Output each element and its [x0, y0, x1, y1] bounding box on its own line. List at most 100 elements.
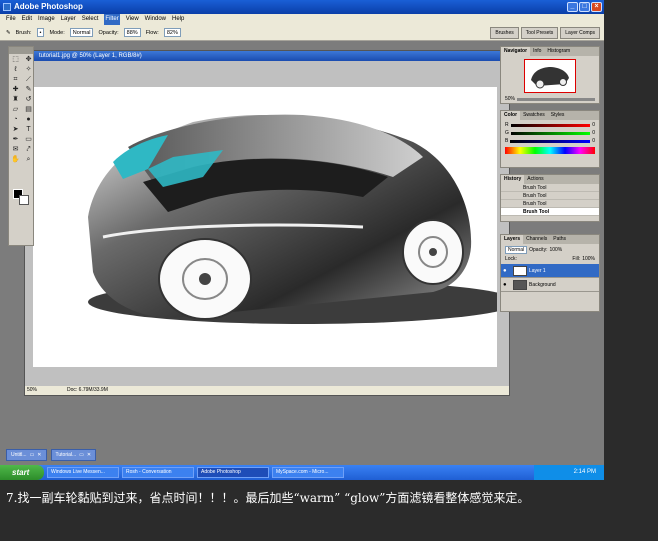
- minimize-button[interactable]: _: [567, 2, 578, 12]
- history-item[interactable]: Brush Tool: [501, 200, 599, 208]
- blur-tool-icon[interactable]: ◔: [10, 115, 21, 124]
- close-icon[interactable]: ✕: [37, 450, 41, 460]
- close-icon[interactable]: ✕: [87, 450, 91, 460]
- notes-tool-icon[interactable]: ✉: [10, 145, 21, 154]
- history-item[interactable]: Brush Tool: [501, 192, 599, 200]
- history-item-current[interactable]: Brush Tool: [501, 208, 599, 216]
- blue-slider[interactable]: [510, 139, 591, 143]
- green-slider[interactable]: [510, 131, 591, 135]
- task-messenger[interactable]: Windows Live Messen...: [47, 467, 119, 478]
- zoom-tool-icon[interactable]: ⌕: [23, 155, 34, 164]
- system-tray: 2:14 PM: [534, 465, 604, 480]
- shape-tool-icon[interactable]: ▭: [23, 135, 34, 144]
- color-spectrum[interactable]: [505, 147, 595, 154]
- fill-field[interactable]: 100%: [582, 256, 595, 262]
- layer-name: Background: [529, 282, 556, 288]
- tab-navigator[interactable]: Navigator: [501, 47, 531, 56]
- zoom-readout[interactable]: 50%: [27, 386, 37, 395]
- type-tool-icon[interactable]: T: [23, 125, 34, 134]
- eyedropper-icon[interactable]: ⤤: [23, 145, 34, 154]
- red-value[interactable]: 0: [592, 122, 595, 128]
- blue-value[interactable]: 0: [592, 138, 595, 144]
- menu-help[interactable]: Help: [172, 14, 184, 25]
- path-select-icon[interactable]: ➤: [10, 125, 21, 134]
- menu-filter[interactable]: Filter: [104, 14, 120, 25]
- document-title[interactable]: tutorial1.jpg @ 50% (Layer 1, RGB/8#): [25, 51, 509, 61]
- navigator-panel: Navigator Info Histogram 50%: [500, 46, 600, 104]
- tool-presets-tab[interactable]: Tool Presets: [520, 27, 559, 39]
- marquee-tool-icon[interactable]: ⬚: [10, 55, 21, 64]
- green-value[interactable]: 0: [592, 130, 595, 136]
- history-brush-icon[interactable]: ↺: [23, 95, 34, 104]
- gradient-icon[interactable]: ▤: [23, 105, 34, 114]
- windows-taskbar: start Windows Live Messen... Rosh - Conv…: [0, 465, 604, 480]
- history-item[interactable]: Brush Tool: [501, 184, 599, 192]
- tab-actions[interactable]: Actions: [524, 175, 546, 184]
- hand-tool-icon[interactable]: ✋: [10, 155, 21, 164]
- eraser-icon[interactable]: ▱: [10, 105, 21, 114]
- navigator-zoom-slider[interactable]: [517, 97, 595, 101]
- slice-tool-icon[interactable]: ⟋: [23, 75, 34, 84]
- maximize-button[interactable]: □: [579, 2, 590, 12]
- eye-icon[interactable]: ●: [503, 278, 507, 292]
- brush-tool-icon[interactable]: ✎: [23, 85, 34, 94]
- task-myspace[interactable]: MySpace.com - Micro...: [272, 467, 344, 478]
- menu-layer[interactable]: Layer: [61, 14, 76, 25]
- clock[interactable]: 2:14 PM: [574, 469, 596, 475]
- restore-icon[interactable]: ▭: [79, 450, 84, 460]
- tab-histogram[interactable]: Histogram: [544, 47, 573, 56]
- restore-icon[interactable]: ▭: [30, 450, 35, 460]
- color-panel: Color Swatches Styles R 0 G 0 B 0: [500, 110, 600, 168]
- tab-channels[interactable]: Channels: [523, 235, 550, 244]
- layer-row-layer1[interactable]: ● Layer 1: [501, 264, 599, 278]
- clone-stamp-icon[interactable]: ♜: [10, 95, 21, 104]
- doc-size[interactable]: Doc: 6.79M/33.9M: [67, 386, 108, 395]
- menu-view[interactable]: View: [126, 14, 139, 25]
- red-slider[interactable]: [510, 123, 591, 127]
- tab-info[interactable]: Info: [530, 47, 544, 56]
- eye-icon[interactable]: ●: [503, 264, 507, 278]
- tab-swatches[interactable]: Swatches: [520, 111, 548, 120]
- toolbox-header[interactable]: [9, 47, 33, 54]
- start-button[interactable]: start: [0, 465, 44, 480]
- layer-comps-tab[interactable]: Layer Comps: [560, 27, 600, 39]
- tab-history[interactable]: History: [501, 175, 525, 184]
- navigator-zoom[interactable]: 50%: [505, 96, 515, 102]
- background-color-swatch[interactable]: [19, 195, 29, 205]
- minimized-window[interactable]: Tutorial... ▭ ✕: [50, 449, 97, 461]
- menu-edit[interactable]: Edit: [22, 14, 32, 25]
- pen-tool-icon[interactable]: ✒: [10, 135, 21, 144]
- close-button[interactable]: ×: [591, 2, 602, 12]
- minimized-window-title: Tutorial...: [55, 452, 77, 458]
- flow-field[interactable]: 82%: [163, 28, 181, 37]
- layer-thumbnail: [513, 266, 527, 276]
- tab-color[interactable]: Color: [501, 111, 521, 120]
- task-photoshop[interactable]: Adobe Photoshop: [197, 467, 269, 478]
- opacity-field[interactable]: 88%: [123, 28, 141, 37]
- lasso-tool-icon[interactable]: ℓ: [10, 65, 21, 74]
- menu-window[interactable]: Window: [145, 14, 166, 25]
- brushes-tab[interactable]: Brushes: [490, 27, 519, 39]
- crop-tool-icon[interactable]: ⌗: [10, 75, 21, 84]
- history-panel: History Actions Brush Tool Brush Tool Br…: [500, 174, 600, 222]
- layer-opacity-field[interactable]: 100%: [549, 247, 562, 253]
- menu-select[interactable]: Select: [82, 14, 99, 25]
- layer-row-background[interactable]: ● Background: [501, 278, 599, 292]
- image-canvas[interactable]: [33, 87, 518, 367]
- blend-mode-select[interactable]: Normal: [505, 246, 528, 254]
- task-conversation[interactable]: Rosh - Conversation: [122, 467, 194, 478]
- magic-wand-icon[interactable]: ✧: [23, 65, 34, 74]
- mode-select[interactable]: Normal: [69, 28, 94, 37]
- move-tool-icon[interactable]: ✥: [23, 55, 34, 64]
- menu-file[interactable]: File: [6, 14, 16, 25]
- minimized-window[interactable]: Untitl... ▭ ✕: [6, 449, 47, 461]
- tab-paths[interactable]: Paths: [550, 235, 569, 244]
- menu-image[interactable]: Image: [38, 14, 55, 25]
- navigator-thumbnail[interactable]: [524, 59, 576, 93]
- lock-label: Lock:: [505, 256, 517, 262]
- healing-brush-icon[interactable]: ✚: [10, 85, 21, 94]
- brush-picker[interactable]: •: [36, 28, 45, 37]
- dodge-tool-icon[interactable]: ●: [23, 115, 34, 124]
- tab-styles[interactable]: Styles: [548, 111, 568, 120]
- tab-layers[interactable]: Layers: [501, 235, 524, 244]
